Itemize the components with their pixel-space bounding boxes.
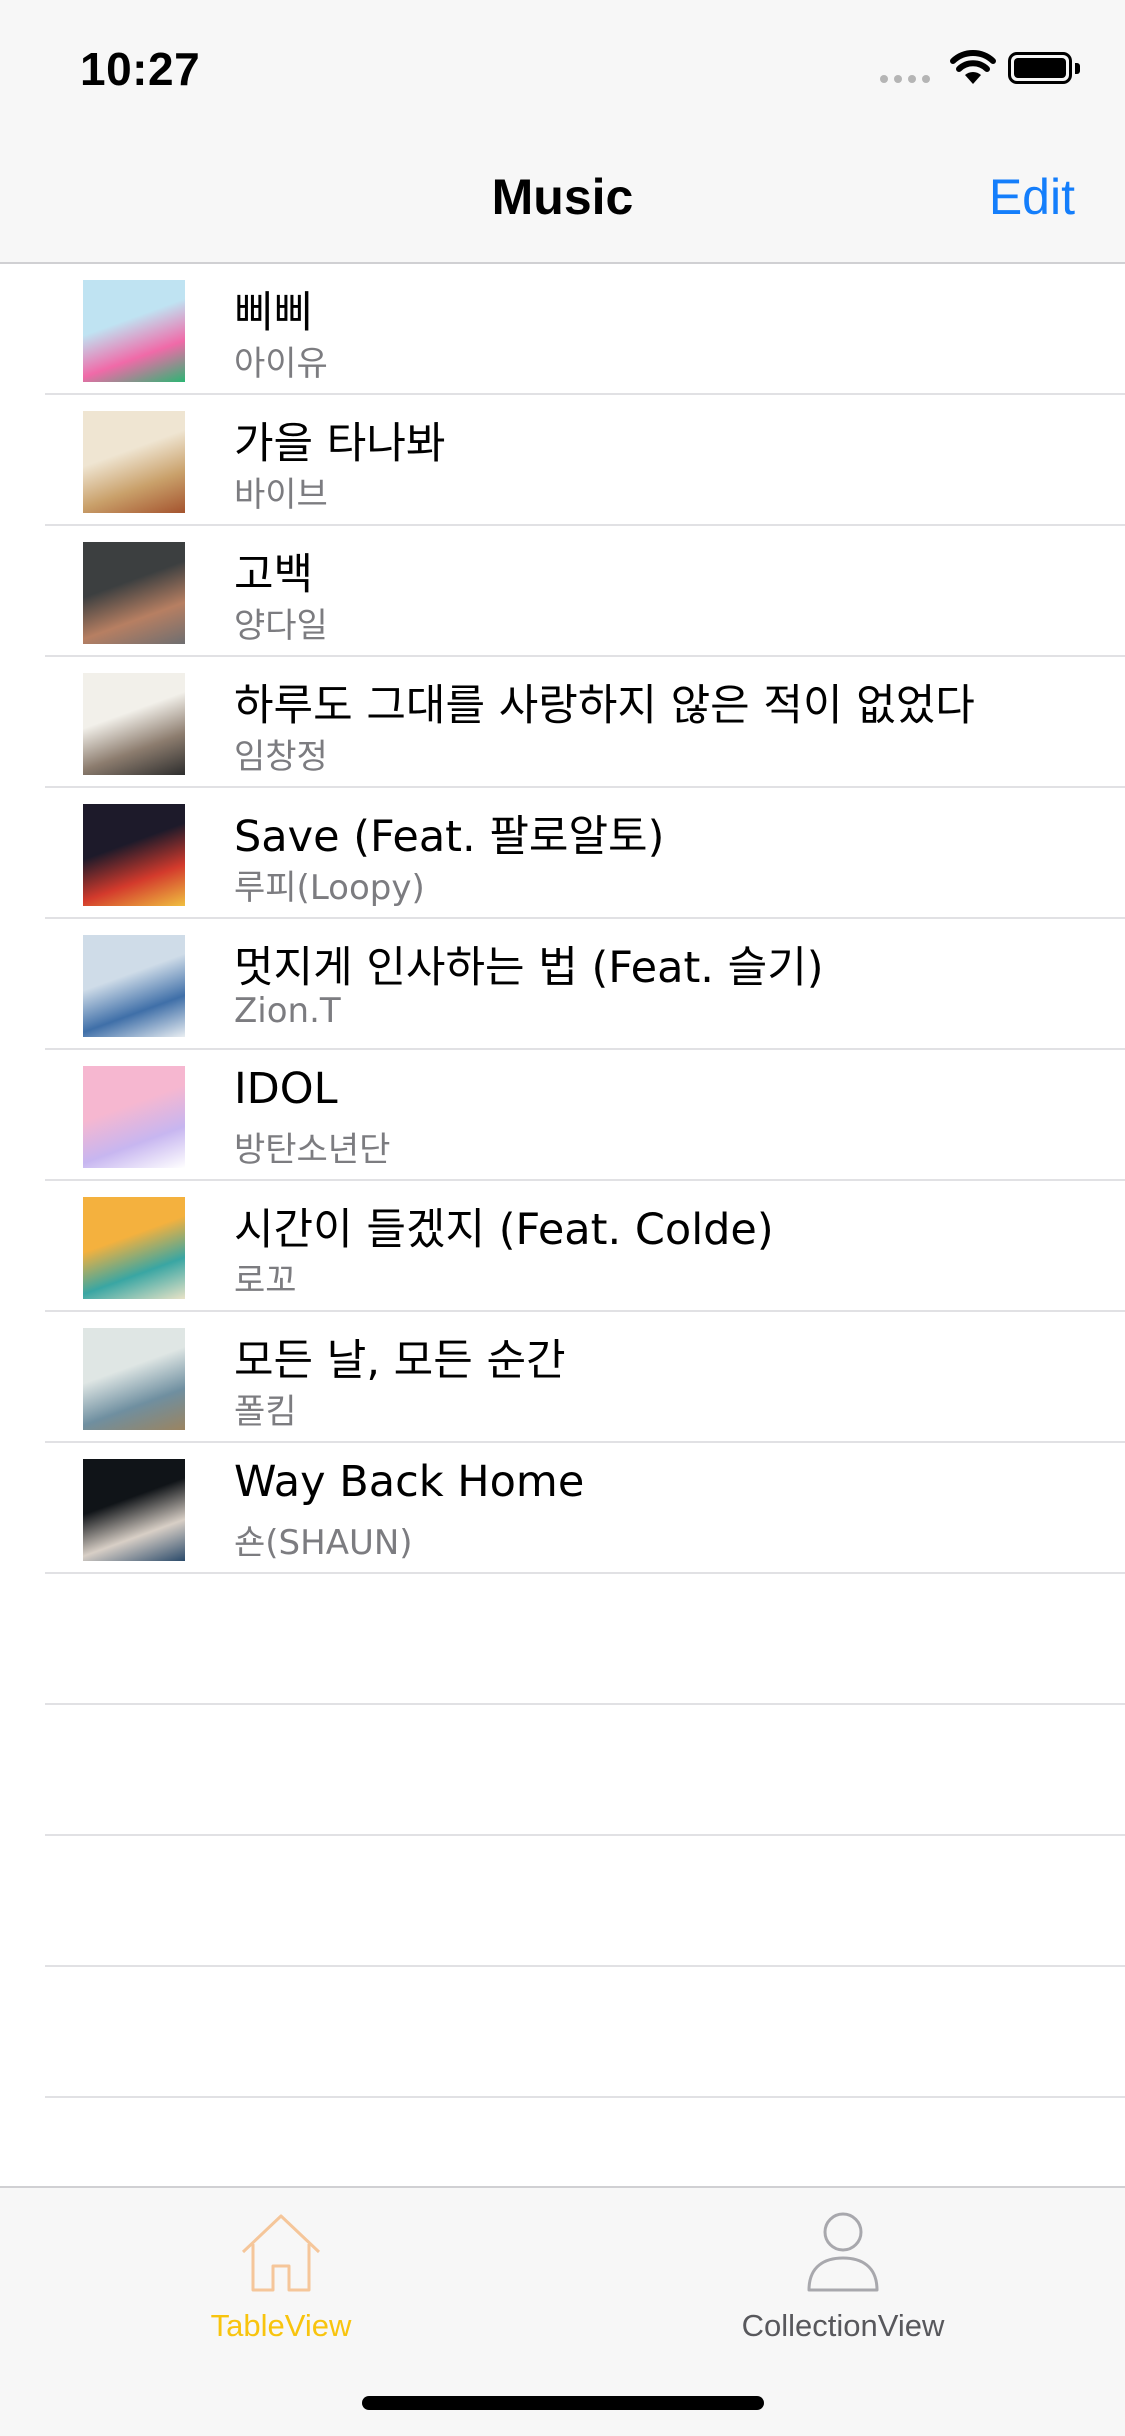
song-artist: 임창정 <box>234 737 328 777</box>
empty-row <box>0 1967 1125 2098</box>
empty-row <box>0 1705 1125 1836</box>
album-art <box>83 542 185 644</box>
song-title: Save (Feat. 팔로알토) <box>234 812 665 862</box>
song-artist: 아이유 <box>234 344 328 384</box>
home-indicator <box>362 2396 764 2410</box>
album-art <box>83 411 185 513</box>
song-artist: 폴킴 <box>234 1392 297 1432</box>
song-artist: 양다일 <box>234 606 328 646</box>
song-title: 멋지게 인사하는 법 (Feat. 슬기) <box>234 943 824 993</box>
empty-row <box>0 1836 1125 1967</box>
song-cell[interactable]: 모든 날, 모든 순간폴킴 <box>0 1312 1125 1443</box>
song-cell[interactable]: Save (Feat. 팔로알토) 루피(Loopy) <box>0 788 1125 919</box>
battery-icon <box>1008 52 1082 86</box>
song-title: 고백 <box>234 550 314 600</box>
status-bar: 10:27 <box>0 0 1125 132</box>
song-artist: 바이브 <box>234 475 328 515</box>
tab-label: CollectionView <box>741 2308 945 2343</box>
song-cell[interactable]: 하루도 그대를 사랑하지 않은 적이 없었다임창정 <box>0 657 1125 788</box>
person-icon <box>807 2212 879 2292</box>
song-title: Way Back Home <box>234 1457 585 1507</box>
album-art <box>83 1197 185 1299</box>
tab-tableview[interactable]: TableView <box>131 2202 431 2352</box>
song-artist: 로꼬 <box>234 1261 297 1301</box>
album-art <box>83 1066 185 1168</box>
status-time: 10:27 <box>80 43 201 95</box>
song-table[interactable]: 삐삐아이유가을 타나봐바이브고백양다일하루도 그대를 사랑하지 않은 적이 없었… <box>0 264 1125 2229</box>
album-art <box>83 935 185 1037</box>
empty-row <box>0 1574 1125 1705</box>
song-title: IDOL <box>234 1064 338 1114</box>
tab-collectionview[interactable]: CollectionView <box>693 2202 993 2352</box>
song-cell[interactable]: IDOL 방탄소년단 <box>0 1050 1125 1181</box>
album-art <box>83 1328 185 1430</box>
song-title: 가을 타나봐 <box>234 419 446 469</box>
edit-button[interactable]: Edit <box>989 168 1075 226</box>
song-cell[interactable]: 고백양다일 <box>0 526 1125 657</box>
song-cell[interactable]: 가을 타나봐바이브 <box>0 395 1125 526</box>
album-art <box>83 673 185 775</box>
wifi-icon <box>950 50 996 84</box>
navigation-bar: Music Edit <box>0 132 1125 264</box>
album-art <box>83 280 185 382</box>
song-cell[interactable]: 멋지게 인사하는 법 (Feat. 슬기) Zion.T <box>0 919 1125 1050</box>
song-title: 삐삐 <box>234 288 314 338</box>
album-art <box>83 1459 185 1561</box>
song-artist: 루피(Loopy) <box>234 868 425 908</box>
song-title: 하루도 그대를 사랑하지 않은 적이 없었다 <box>234 681 975 731</box>
album-art <box>83 804 185 906</box>
song-title: 시간이 들겠지 (Feat. Colde) <box>234 1205 774 1255</box>
song-artist: 숀(SHAUN) <box>234 1523 413 1563</box>
song-cell[interactable]: Way Back Home 숀(SHAUN) <box>0 1443 1125 1574</box>
house-icon <box>241 2214 321 2292</box>
page-title: Music <box>491 169 634 225</box>
song-artist: Zion.T <box>234 991 341 1031</box>
song-artist: 방탄소년단 <box>234 1130 391 1170</box>
cellular-signal-icon <box>880 75 932 83</box>
song-title: 모든 날, 모든 순간 <box>234 1336 566 1386</box>
tab-label: TableView <box>210 2308 352 2343</box>
song-cell[interactable]: 시간이 들겠지 (Feat. Colde) 로꼬 <box>0 1181 1125 1312</box>
song-cell[interactable]: 삐삐아이유 <box>0 264 1125 395</box>
